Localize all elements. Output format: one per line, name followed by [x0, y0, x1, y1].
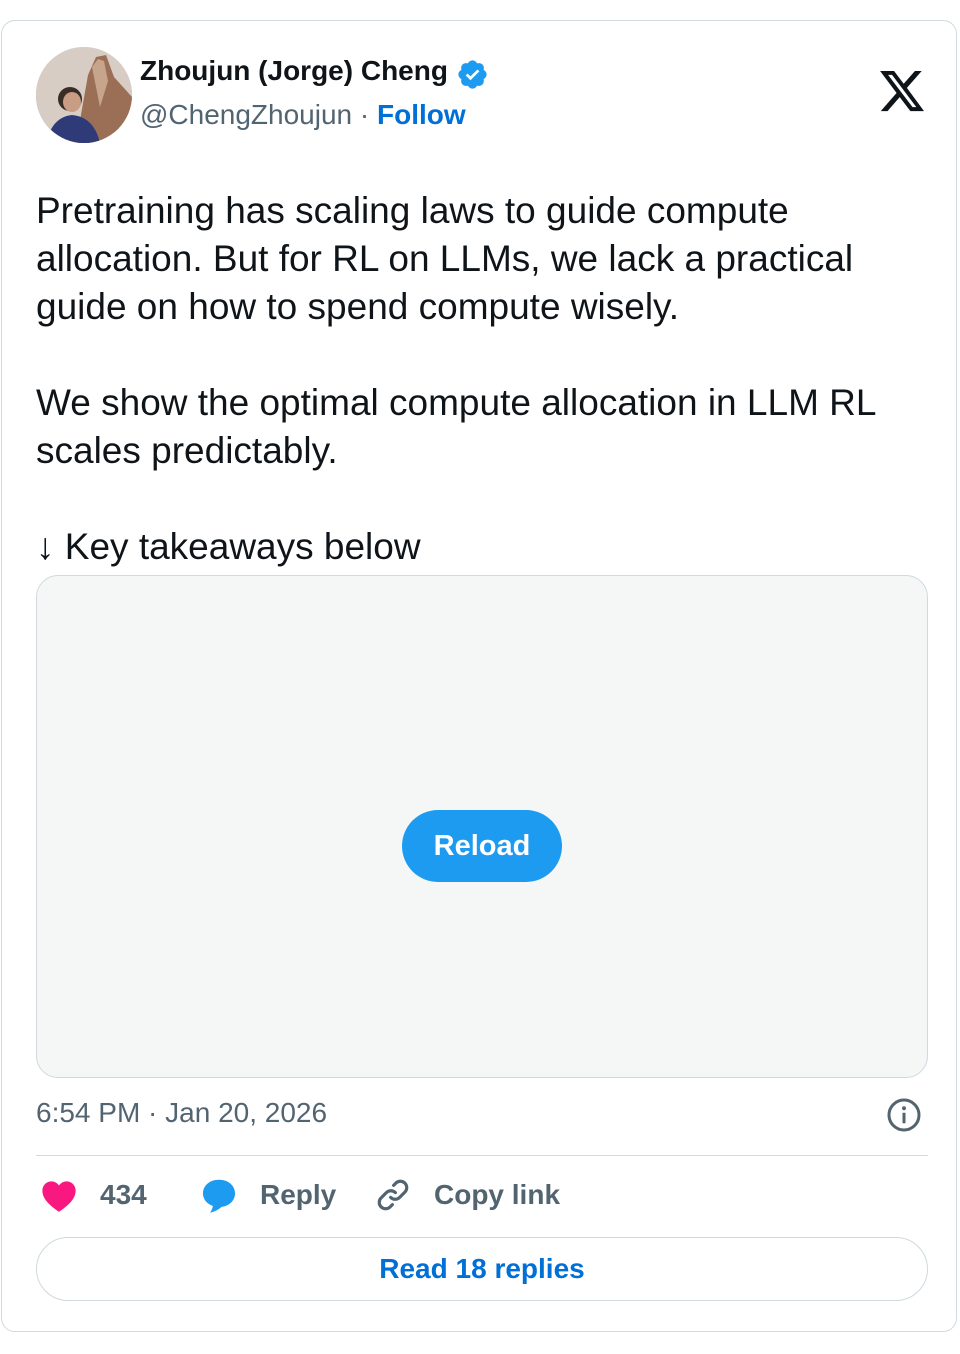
- handle-separator: ·: [359, 99, 370, 130]
- handle-row: @ChengZhoujun · Follow: [140, 99, 466, 131]
- author-avatar[interactable]: [36, 47, 132, 143]
- x-logo-icon[interactable]: [880, 71, 926, 113]
- copy-link-label: Copy link: [434, 1179, 561, 1210]
- tweet-card: Zhoujun (Jorge) Cheng @ChengZhoujun · Fo…: [1, 20, 957, 1332]
- copy-link-button[interactable]: Copy link: [374, 1173, 560, 1217]
- tweet-paragraph: ↓ Key takeaways below: [36, 526, 421, 567]
- reply-label: Reply: [260, 1179, 337, 1210]
- like-button[interactable]: 434: [40, 1173, 147, 1217]
- author-handle[interactable]: @ChengZhoujun: [140, 99, 352, 130]
- divider: [36, 1155, 928, 1156]
- heart-icon: [42, 1181, 76, 1212]
- read-replies-button[interactable]: Read 18 replies: [36, 1237, 928, 1301]
- follow-link[interactable]: Follow: [377, 99, 466, 130]
- reload-button[interactable]: Reload: [402, 810, 562, 882]
- verified-badge-icon: [458, 60, 487, 89]
- tweet-paragraph: We show the optimal compute allocation i…: [36, 382, 876, 471]
- like-count: 434: [100, 1179, 147, 1210]
- tweet-paragraph: Pretraining has scaling laws to guide co…: [36, 190, 854, 327]
- speech-bubble-icon: [202, 1179, 236, 1213]
- tweet-timestamp[interactable]: 6:54 PM · Jan 20, 2026: [36, 1097, 327, 1129]
- link-icon: [377, 1179, 409, 1211]
- author-name[interactable]: Zhoujun (Jorge) Cheng: [140, 55, 448, 87]
- reply-button[interactable]: Reply: [200, 1173, 336, 1217]
- info-icon[interactable]: [886, 1097, 922, 1133]
- tweet-text: Pretraining has scaling laws to guide co…: [36, 187, 936, 571]
- media-placeholder: Reload: [36, 575, 928, 1078]
